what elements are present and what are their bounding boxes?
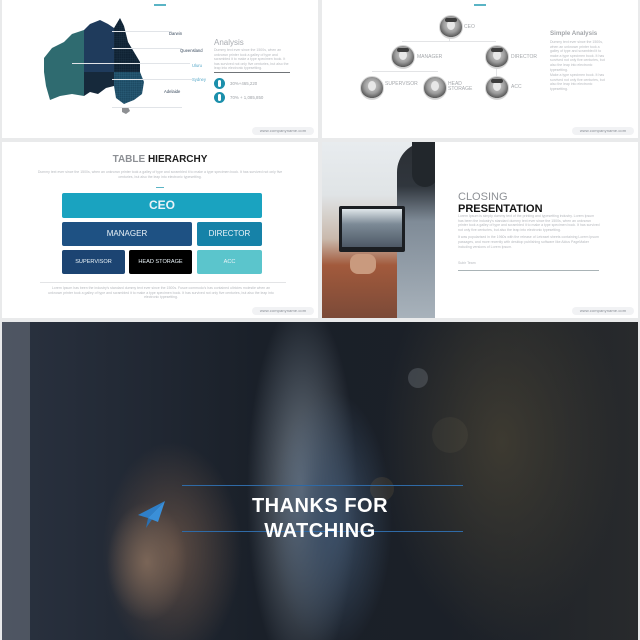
map-region-west: [44, 30, 84, 100]
box-manager[interactable]: MANAGER: [62, 222, 192, 246]
portrait-supervisor[interactable]: [360, 76, 384, 100]
box-supervisor[interactable]: SUPERVISOR: [62, 250, 125, 274]
box-director[interactable]: DIRECTOR: [197, 222, 262, 246]
map-label-adelaide: Adelaide: [164, 89, 181, 94]
leader-line: [112, 48, 182, 49]
person-icon: [214, 92, 225, 103]
footer-company-name: www.companyname.com: [572, 127, 634, 135]
closing-title-bold: PRESENTATION: [458, 203, 543, 215]
org-label-ceo: CEO: [464, 24, 475, 30]
box-head-storage[interactable]: HEAD STORAGE: [129, 250, 192, 274]
footer-company-name: www.companyname.com: [252, 127, 314, 135]
closing-divider: [458, 270, 599, 272]
map-label-queensland: Queensland: [180, 48, 203, 53]
table-hierarchy-footer-text: Lorem Ipsum has been the industry's stan…: [48, 286, 274, 300]
portrait-acc[interactable]: [485, 76, 509, 100]
org-label-supervisor: SUPERVISOR: [385, 81, 418, 87]
org-label-manager: MANAGER: [417, 54, 443, 60]
map-label-darwin: Darwin: [169, 31, 183, 36]
map-region-southeast: [114, 72, 144, 104]
slide-closing-presentation[interactable]: Lorem Ipsum is simply dummy text of the …: [322, 142, 638, 318]
background-photo-thumbs-up: [2, 322, 638, 640]
portrait-ceo[interactable]: [439, 15, 463, 39]
portrait-manager[interactable]: [391, 45, 415, 69]
table-hierarchy-description: Dummy text ever since the 1500s, when an…: [37, 170, 283, 179]
closing-paragraph-2: It was popularised in the 1960s with the…: [458, 235, 599, 249]
person-icon: [214, 78, 225, 89]
portrait-director[interactable]: [485, 45, 509, 69]
org-label-director: DIRECTOR: [511, 54, 538, 60]
analysis-title: Analysis: [214, 38, 244, 47]
divider: [40, 282, 286, 283]
leader-line: [112, 107, 182, 108]
bokeh-light: [432, 417, 468, 453]
analysis-text: Dummy text ever since the 1500s, when an…: [214, 48, 289, 71]
accent-mark: [156, 187, 164, 188]
slide-australia-map[interactable]: Darwin Queensland Uluru Sydney Adelaide …: [2, 0, 318, 138]
closing-text: Lorem Ipsum is simply dummy text of the …: [458, 214, 600, 249]
connector-line: [372, 71, 438, 72]
map-region-north: [84, 20, 114, 72]
box-acc[interactable]: ACC: [197, 250, 262, 274]
box-ceo[interactable]: CEO: [62, 193, 262, 218]
map-label-sydney: Sydney: [192, 77, 206, 82]
stat-row: 70% + 1,085,850: [214, 92, 304, 104]
photo-man-with-laptop: [322, 142, 435, 318]
photo-laptop: [339, 206, 405, 252]
footer-company-name: www.companyname.com: [572, 307, 634, 315]
bokeh-light: [408, 368, 428, 388]
title-bold: HIERARCHY: [147, 154, 208, 165]
map-region-tasmania: [122, 107, 130, 114]
thanks-title-line-1: THANKS FOR: [251, 495, 389, 517]
simple-analysis-title: Simple Analysis: [550, 30, 598, 37]
thanks-title-line-2: WATCHING: [264, 520, 376, 542]
top-accent-mark: [154, 4, 166, 6]
simple-analysis-text: Dummy text ever since the 1500s, when an…: [550, 40, 605, 72]
closing-paragraph-1: Lorem Ipsum is simply dummy text of the …: [458, 214, 600, 232]
photo-head: [412, 142, 435, 187]
leader-line: [72, 63, 190, 64]
closing-signature: Subir Team: [458, 261, 476, 265]
title-light: TABLE: [112, 154, 146, 165]
stat-row: 30%+465,220: [214, 78, 304, 90]
australia-map: [44, 18, 144, 114]
top-accent-mark: [474, 4, 486, 6]
slide-org-chart[interactable]: CEO MANAGER DIRECTOR SUPERVISOR HEAD STO…: [322, 0, 638, 138]
closing-title-light: CLOSING: [458, 191, 508, 203]
slide-thanks-for-watching[interactable]: THANKS FOR WATCHING: [2, 322, 638, 640]
table-hierarchy-title: TABLE HIERARCHY: [2, 154, 318, 165]
photo-hands: [350, 254, 376, 274]
leader-line: [112, 31, 172, 32]
footer-company-name: www.companyname.com: [252, 307, 314, 315]
map-label-uluru: Uluru: [192, 63, 203, 68]
leader-line: [112, 79, 192, 80]
map-region-south: [84, 72, 114, 96]
photo-edge: [2, 322, 30, 640]
org-label-acc: ACC: [511, 84, 522, 90]
simple-analysis-text-2: Make a type specimen book. It has surviv…: [550, 73, 605, 91]
stat-value: 30%+465,220: [230, 81, 258, 86]
portrait-head-storage[interactable]: [423, 76, 447, 100]
org-label-head-storage: HEAD STORAGE: [448, 81, 473, 93]
stat-value: 70% + 1,085,850: [230, 95, 264, 100]
title-line-top: [182, 485, 463, 486]
slide-table-hierarchy[interactable]: TABLE HIERARCHY Dummy text ever since th…: [2, 142, 318, 318]
analysis-divider: [214, 72, 290, 74]
